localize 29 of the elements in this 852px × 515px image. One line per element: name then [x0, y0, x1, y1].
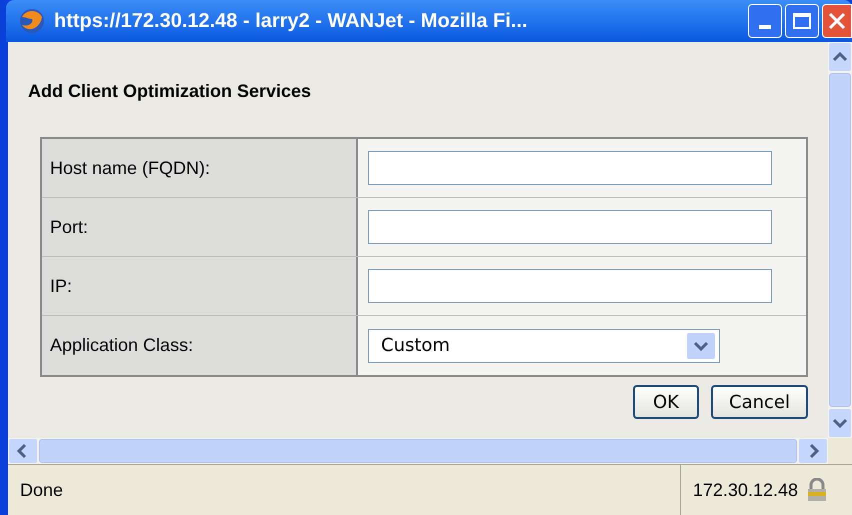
- input-field[interactable]: [368, 210, 772, 244]
- minimize-button[interactable]: [748, 4, 782, 38]
- status-text: Done: [19, 478, 64, 502]
- field-label: Port:: [50, 216, 88, 238]
- window-title: https://172.30.12.48 - larry2 - WANJet - Mozilla Fi...: [54, 9, 528, 34]
- dialog-button[interactable]: OK: [633, 385, 700, 419]
- page-heading: Add Client Optimization Services: [28, 80, 312, 103]
- scroll-up-icon[interactable]: [828, 42, 852, 72]
- fox-globe-icon: [18, 7, 46, 35]
- close-icon: [828, 12, 846, 30]
- scroll-right-icon[interactable]: [798, 438, 828, 464]
- vertical-scrollbar[interactable]: [828, 42, 852, 438]
- input-field[interactable]: [368, 269, 772, 303]
- status-address: 172.30.12.48: [692, 478, 798, 502]
- maximize-button[interactable]: [785, 4, 819, 38]
- maximize-icon: [793, 13, 811, 29]
- minimize-icon: [759, 25, 771, 29]
- input-field[interactable]: [368, 151, 772, 185]
- dialog-button[interactable]: Cancel: [711, 385, 808, 419]
- field-label: Application Class:: [50, 334, 194, 357]
- close-button[interactable]: [822, 4, 852, 38]
- chevron-down-icon: [687, 332, 715, 358]
- scroll-down-icon[interactable]: [828, 408, 852, 438]
- field-label: Host name (FQDN):: [50, 156, 210, 180]
- scroll-thumb[interactable]: [829, 73, 851, 407]
- scroll-left-icon[interactable]: [8, 438, 38, 464]
- padlock-icon: [806, 478, 828, 502]
- dropdown[interactable]: Custom: [368, 328, 720, 362]
- field-label: IP:: [50, 274, 72, 298]
